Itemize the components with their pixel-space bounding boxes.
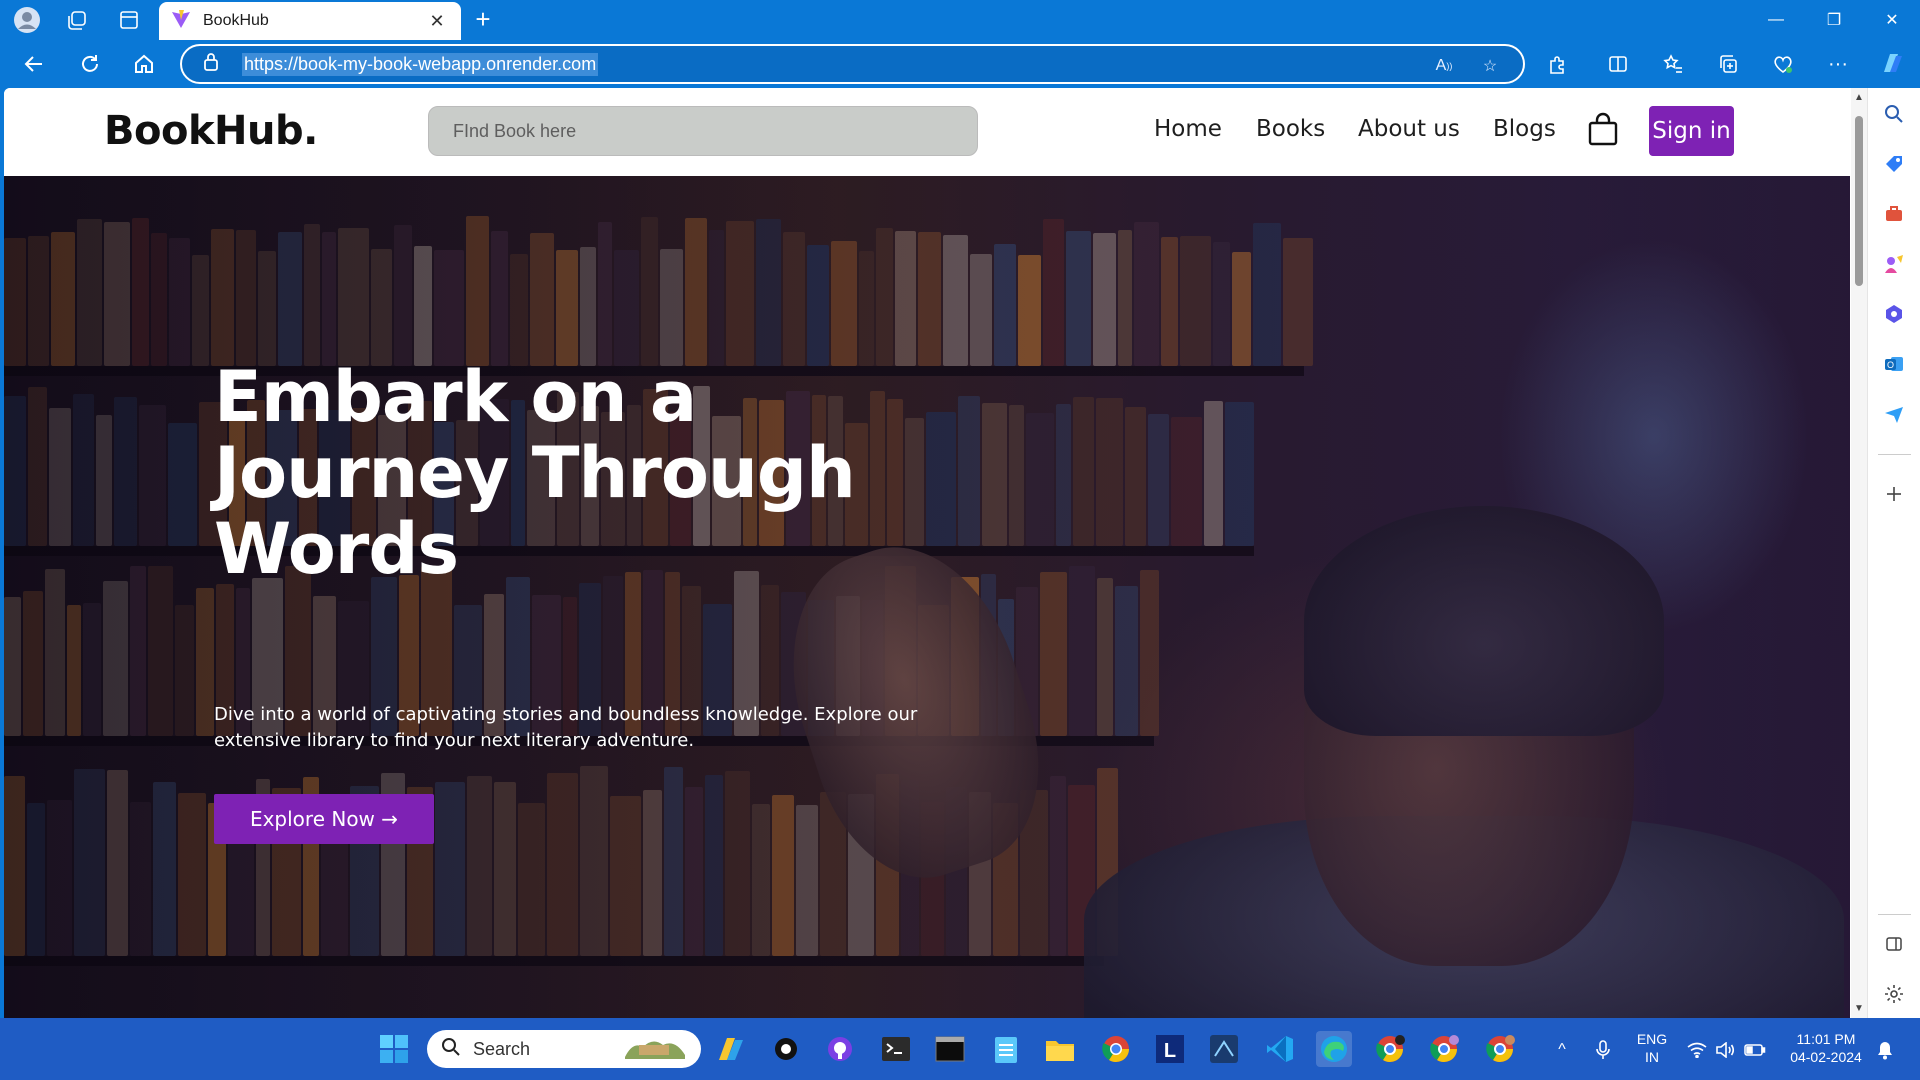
shopping-tag-icon[interactable]	[1880, 150, 1908, 178]
back-button[interactable]	[16, 48, 52, 80]
chrome-profile-2-icon[interactable]	[1426, 1031, 1462, 1067]
hero-overlay	[4, 176, 1850, 1018]
clock-time: 11:01 PM	[1796, 1031, 1856, 1047]
nav-home[interactable]: Home	[1154, 116, 1222, 142]
chrome-icon[interactable]	[1098, 1031, 1134, 1067]
vscode-icon[interactable]	[1262, 1031, 1298, 1067]
show-hidden-icons-icon[interactable]: ^	[1551, 1040, 1573, 1060]
restore-button[interactable]: ❐	[1806, 0, 1862, 40]
shopping-bag-icon[interactable]	[1587, 112, 1619, 146]
send-icon[interactable]	[1880, 400, 1908, 428]
add-icon[interactable]	[1880, 480, 1908, 508]
book-search-input[interactable]	[428, 106, 978, 156]
taskbar-search-label: Search	[473, 1038, 531, 1059]
nav-blogs[interactable]: Blogs	[1493, 116, 1556, 142]
language-indicator[interactable]: ENG IN	[1632, 1030, 1672, 1066]
close-window-button[interactable]: ✕	[1864, 0, 1920, 40]
settings-gear-icon[interactable]	[1880, 980, 1908, 1008]
search-icon[interactable]	[1880, 100, 1908, 128]
taskbar-search[interactable]: Search	[427, 1030, 701, 1068]
volume-icon[interactable]	[1714, 1040, 1736, 1060]
snipping-tool-icon[interactable]	[1206, 1031, 1242, 1067]
edge-icon[interactable]	[1316, 1031, 1352, 1067]
copilot-preview-icon[interactable]	[712, 1031, 748, 1067]
notifications-bell-icon[interactable]	[1874, 1040, 1896, 1060]
workspaces-icon[interactable]	[62, 6, 92, 34]
explore-now-button[interactable]: Explore Now →	[214, 794, 434, 844]
microsoft-365-icon[interactable]	[1880, 300, 1908, 328]
minimize-button[interactable]: —	[1748, 0, 1804, 40]
more-options-icon[interactable]: ···	[1820, 48, 1856, 80]
hero-section: Embark on a Journey Through Words Dive i…	[4, 176, 1850, 1018]
windows-start-icon[interactable]	[378, 1033, 410, 1065]
sidebar-divider	[1878, 454, 1911, 455]
wifi-icon[interactable]	[1686, 1040, 1708, 1060]
language-code: ENG	[1636, 1031, 1668, 1047]
notepad-icon[interactable]	[988, 1031, 1024, 1067]
tab-bookhub[interactable]: BookHub ✕	[159, 2, 461, 40]
profile-icon[interactable]	[12, 6, 42, 34]
tools-icon[interactable]	[1880, 200, 1908, 228]
new-tab-button[interactable]: +	[468, 6, 498, 34]
scroll-thumb[interactable]	[1855, 116, 1863, 286]
favorites-icon[interactable]	[1655, 48, 1691, 80]
chrome-profile-1-icon[interactable]	[1372, 1031, 1408, 1067]
settings-icon[interactable]	[768, 1031, 804, 1067]
region-code: IN	[1645, 1049, 1659, 1065]
sign-in-button[interactable]: Sign in	[1649, 106, 1734, 156]
tab-actions-icon[interactable]	[114, 6, 144, 34]
nav-about-us[interactable]: About us	[1358, 116, 1460, 142]
close-tab-icon[interactable]: ✕	[425, 11, 449, 32]
windows-taskbar: Search L ^ ENG IN 11:01 PM 04-02-2024	[0, 1018, 1920, 1080]
read-aloud-icon[interactable]: A))	[1430, 54, 1458, 78]
page-scrollbar[interactable]: ▲ ▼	[1851, 88, 1867, 1018]
url-text[interactable]: https://book-my-book-webapp.onrender.com	[242, 52, 599, 76]
favorite-star-icon[interactable]: ☆	[1476, 54, 1504, 78]
page-viewport: BookHub. Home Books About us Blogs Sign …	[4, 88, 1867, 1018]
svg-text:O: O	[1887, 360, 1894, 370]
github-icon[interactable]	[822, 1031, 858, 1067]
outlook-icon[interactable]: O	[1880, 350, 1908, 378]
lock-icon[interactable]	[202, 52, 224, 77]
browser-essentials-icon[interactable]	[1765, 48, 1801, 80]
scroll-down-icon[interactable]: ▼	[1851, 1003, 1867, 1014]
clock-date: 04-02-2024	[1790, 1049, 1862, 1065]
vite-favicon-icon	[171, 9, 191, 34]
svg-text:L: L	[1164, 1040, 1176, 1062]
chrome-profile-3-icon[interactable]	[1482, 1031, 1518, 1067]
copilot-icon[interactable]	[1874, 48, 1910, 80]
file-explorer-icon[interactable]	[1042, 1031, 1078, 1067]
browser-toolbar: https://book-my-book-webapp.onrender.com…	[0, 40, 1920, 88]
battery-icon[interactable]	[1744, 1040, 1766, 1060]
scroll-up-icon[interactable]: ▲	[1851, 92, 1867, 103]
hero-description: Dive into a world of captivating stories…	[214, 704, 918, 751]
home-button[interactable]	[126, 48, 162, 80]
browser-sidebar: O	[1867, 88, 1920, 1018]
refresh-button[interactable]	[72, 48, 108, 80]
nav-books[interactable]: Books	[1256, 116, 1325, 142]
address-bar[interactable]: https://book-my-book-webapp.onrender.com…	[180, 44, 1525, 84]
site-logo[interactable]: BookHub.	[104, 108, 318, 154]
search-icon	[441, 1037, 461, 1062]
clock[interactable]: 11:01 PM 04-02-2024	[1776, 1030, 1876, 1066]
hide-sidebar-icon[interactable]	[1880, 930, 1908, 958]
tab-title: BookHub	[203, 12, 269, 29]
microphone-icon[interactable]	[1592, 1040, 1614, 1060]
split-screen-icon[interactable]	[1600, 48, 1636, 80]
games-icon[interactable]	[1880, 250, 1908, 278]
collections-icon[interactable]	[1710, 48, 1746, 80]
l-app-icon[interactable]: L	[1152, 1031, 1188, 1067]
site-header: BookHub. Home Books About us Blogs Sign …	[4, 88, 1850, 176]
title-bar: BookHub ✕ + — ❐ ✕	[0, 0, 1920, 40]
terminal-icon[interactable]	[878, 1031, 914, 1067]
command-prompt-icon[interactable]	[932, 1031, 968, 1067]
extensions-icon[interactable]	[1540, 48, 1576, 80]
sidebar-divider	[1878, 914, 1911, 915]
search-highlight-icon	[623, 1033, 687, 1066]
hero-title: Embark on a Journey Through Words	[214, 356, 856, 590]
